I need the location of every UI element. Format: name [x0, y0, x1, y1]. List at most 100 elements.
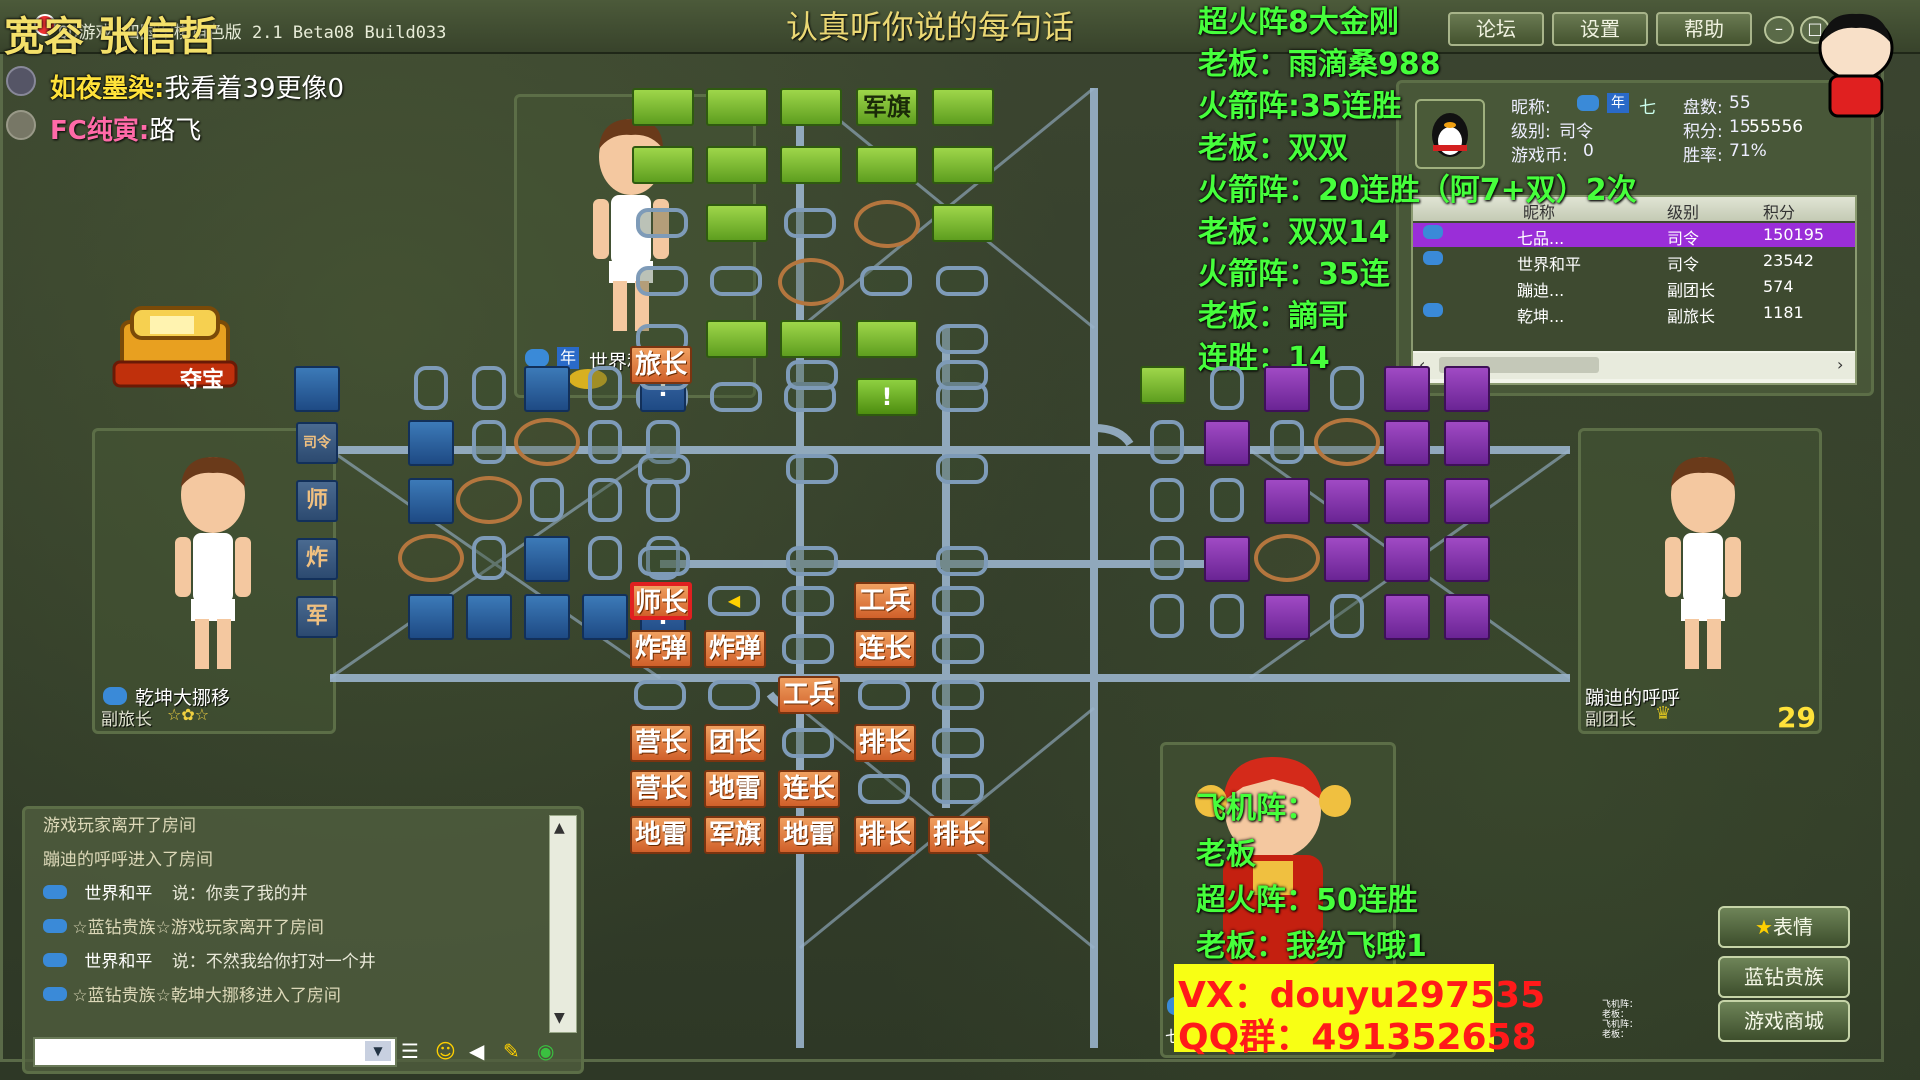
green-piece[interactable] [706, 146, 768, 184]
left-side-piece[interactable]: 军 [296, 596, 338, 638]
green-mark-piece[interactable]: ! [856, 378, 918, 416]
camp-slot[interactable] [398, 534, 464, 582]
purple-piece[interactable] [1264, 366, 1310, 412]
board-slot[interactable] [588, 536, 622, 580]
orange-piece[interactable]: 地雷 [704, 770, 766, 808]
game-shop-button[interactable]: 游戏商城 [1718, 1000, 1850, 1042]
blue-piece[interactable] [524, 366, 570, 412]
board-slot[interactable] [860, 266, 912, 296]
blue-piece[interactable] [294, 366, 340, 412]
board-slot[interactable] [1150, 594, 1184, 638]
camp-slot[interactable] [854, 200, 920, 248]
treasure-chest-icon[interactable]: 夺宝 [110, 300, 240, 393]
junction-slot[interactable] [786, 546, 838, 576]
purple-piece[interactable] [1384, 536, 1430, 582]
col-score[interactable]: 积分 [1763, 199, 1795, 223]
purple-piece[interactable] [1444, 478, 1490, 524]
help-button[interactable]: 帮助 [1656, 12, 1752, 46]
board-slot[interactable] [530, 478, 564, 522]
chat-input[interactable] [33, 1037, 397, 1067]
left-side-piece[interactable]: 司令 [296, 422, 338, 464]
board-slot[interactable] [782, 586, 834, 616]
junction-slot[interactable] [786, 454, 838, 484]
green-piece[interactable] [1140, 366, 1186, 404]
chat-scrollbar[interactable]: ▲ ▼ [549, 815, 577, 1033]
board-slot[interactable] [782, 634, 834, 664]
blue-piece[interactable] [466, 594, 512, 640]
orange-piece[interactable]: 旅长 [630, 346, 692, 384]
scroll-right-icon[interactable]: › [1837, 355, 1843, 374]
junction-slot[interactable] [638, 454, 690, 484]
green-piece[interactable] [706, 320, 768, 358]
purple-piece[interactable] [1204, 536, 1250, 582]
board-slot[interactable] [634, 680, 686, 710]
purple-piece[interactable] [1264, 478, 1310, 524]
globe-icon[interactable]: ◉ [537, 1039, 563, 1063]
board-slot[interactable] [1210, 478, 1244, 522]
orange-piece[interactable]: 排长 [928, 816, 990, 854]
left-side-piece[interactable]: 师 [296, 480, 338, 522]
board-slot[interactable] [1210, 366, 1244, 410]
board-slot[interactable] [588, 420, 622, 464]
wrench-icon[interactable]: ✎ [503, 1039, 529, 1063]
orange-piece[interactable]: 工兵 [778, 676, 840, 714]
board-slot[interactable] [782, 728, 834, 758]
speaker-icon[interactable]: ◀ [469, 1039, 495, 1063]
emote-button[interactable]: ★表情 [1718, 906, 1850, 948]
smiley-icon[interactable]: ☺ [435, 1039, 461, 1063]
orange-piece[interactable]: 排长 [854, 724, 916, 762]
board-slot[interactable] [858, 774, 910, 804]
board-slot[interactable] [858, 680, 910, 710]
board-slot[interactable] [710, 266, 762, 296]
board-slot[interactable] [936, 324, 988, 354]
board-slot[interactable] [1330, 594, 1364, 638]
col-rank[interactable]: 级别 [1667, 199, 1699, 223]
purple-piece[interactable] [1384, 420, 1430, 466]
orange-piece[interactable]: 炸弹 [630, 630, 692, 668]
orange-piece[interactable]: 营长 [630, 770, 692, 808]
green-piece[interactable] [856, 320, 918, 358]
blue-piece[interactable] [524, 594, 570, 640]
orange-piece[interactable]: 地雷 [630, 816, 692, 854]
board-slot[interactable] [710, 382, 762, 412]
green-piece[interactable] [706, 204, 768, 242]
board-slot[interactable] [932, 680, 984, 710]
orange-piece[interactable]: 地雷 [778, 816, 840, 854]
board-slot[interactable] [932, 774, 984, 804]
board-slot[interactable] [1150, 420, 1184, 464]
orange-piece[interactable]: 军旗 [704, 816, 766, 854]
purple-piece[interactable] [1324, 478, 1370, 524]
board-slot[interactable] [1330, 366, 1364, 410]
board-slot[interactable] [1210, 594, 1244, 638]
purple-piece[interactable] [1384, 366, 1430, 412]
board-slot[interactable] [932, 728, 984, 758]
green-piece[interactable] [706, 88, 768, 126]
blue-piece[interactable] [524, 536, 570, 582]
orange-piece[interactable]: 团长 [704, 724, 766, 762]
green-piece[interactable] [856, 146, 918, 184]
chat-user[interactable]: 世界和平 [84, 884, 152, 904]
purple-piece[interactable] [1204, 420, 1250, 466]
junction-slot[interactable] [936, 360, 988, 390]
orange-piece[interactable]: 排长 [854, 816, 916, 854]
board-slot[interactable] [932, 586, 984, 616]
orange-piece[interactable]: 工兵 [854, 582, 916, 620]
green-flag-piece[interactable]: 军旗 [856, 88, 918, 126]
orange-piece[interactable]: 连长 [854, 630, 916, 668]
purple-piece[interactable] [1444, 594, 1490, 640]
green-piece[interactable] [932, 88, 994, 126]
purple-piece[interactable] [1384, 594, 1430, 640]
chat-user[interactable]: 世界和平 [84, 952, 152, 972]
green-piece[interactable] [780, 88, 842, 126]
scroll-down-icon[interactable]: ▼ [554, 1010, 565, 1026]
purple-piece[interactable] [1444, 366, 1490, 412]
green-piece[interactable] [780, 146, 842, 184]
junction-slot[interactable] [936, 546, 988, 576]
left-side-piece[interactable]: 炸 [296, 538, 338, 580]
scroll-up-icon[interactable]: ▲ [554, 820, 565, 836]
green-piece[interactable] [632, 88, 694, 126]
blue-piece[interactable] [408, 420, 454, 466]
camp-slot[interactable] [1314, 418, 1380, 466]
orange-piece[interactable]: 炸弹 [704, 630, 766, 668]
camp-slot[interactable] [514, 418, 580, 466]
